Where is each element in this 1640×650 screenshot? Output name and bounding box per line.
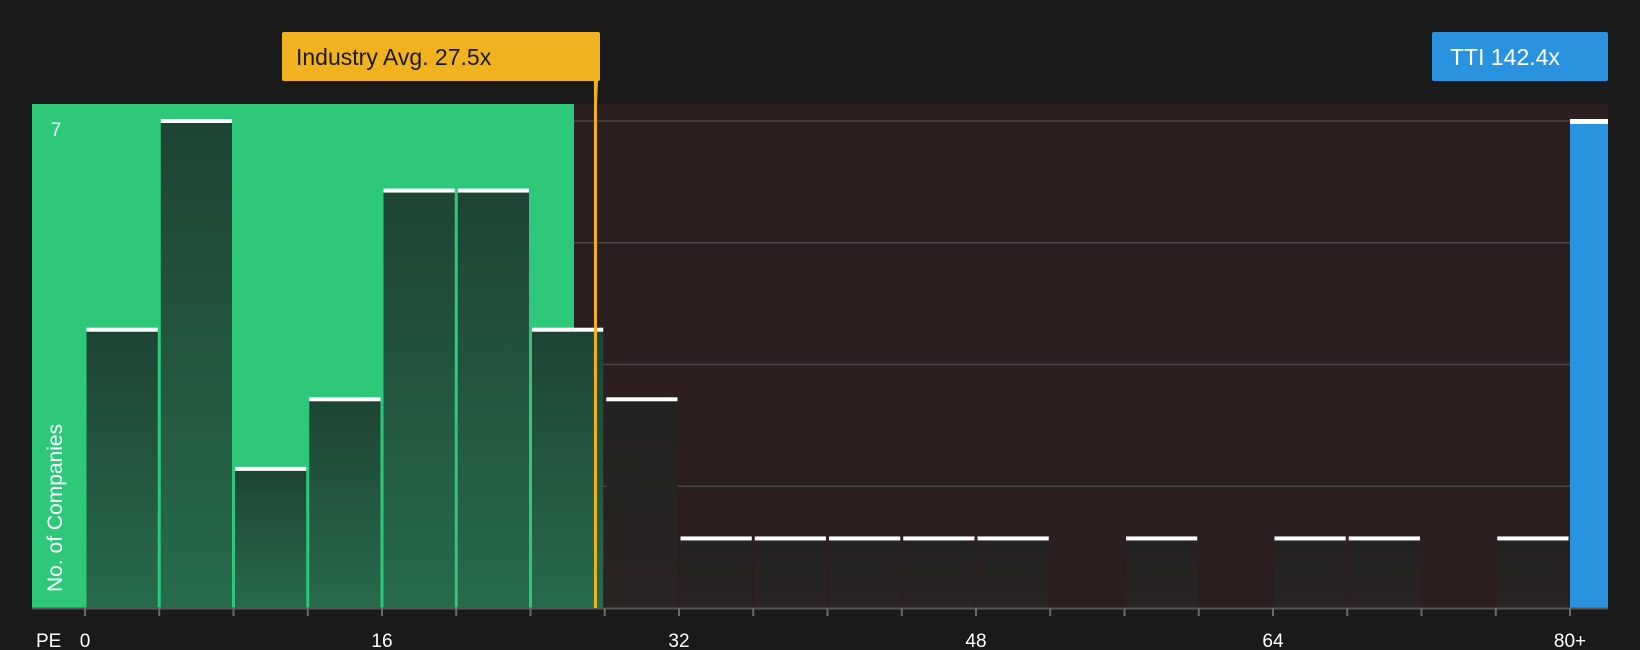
- histogram-bar-cap: [1348, 536, 1420, 541]
- x-tick-label: 48: [965, 631, 986, 650]
- histogram-bar-cap: [1497, 536, 1569, 541]
- histogram-bar: [903, 538, 975, 608]
- histogram-bar: [309, 399, 381, 608]
- histogram-bar-cap: [532, 327, 604, 332]
- histogram-bar-cap: [1126, 536, 1198, 541]
- pe-distribution-chart: 0 16 32 48 64 80+ PE 7 No. of Companies Industry…: [0, 0, 1640, 650]
- histogram-bar-cap: [160, 119, 232, 123]
- histogram-bar: [977, 538, 1049, 608]
- histogram-bar: [383, 190, 455, 609]
- histogram-bar: [1497, 538, 1569, 608]
- company-label: TTI 142.4x: [1450, 44, 1560, 70]
- histogram-bar-cap: [309, 397, 381, 402]
- histogram-bar-cap: [457, 188, 529, 193]
- y-axis-title: No. of Companies: [44, 424, 67, 592]
- histogram-bar-cap: [829, 536, 901, 541]
- y-tick-label: 7: [51, 120, 62, 141]
- histogram-bar: [1126, 538, 1198, 608]
- x-tick-label: 32: [668, 631, 689, 650]
- histogram-bar: [235, 468, 307, 608]
- x-tick-label: 64: [1262, 631, 1284, 650]
- histogram-bar: [160, 121, 232, 608]
- histogram-bar: [829, 538, 901, 608]
- histogram-bar: [754, 538, 826, 608]
- histogram-bar: [1348, 538, 1420, 608]
- x-tick-label: 16: [371, 631, 392, 650]
- x-tick-label: 0: [80, 631, 91, 650]
- histogram-bar: [680, 538, 752, 608]
- histogram-bar: [457, 190, 529, 609]
- histogram-bar-cap: [86, 327, 158, 332]
- company-bar: [1570, 121, 1608, 608]
- x-tick-label: 80+: [1554, 631, 1586, 650]
- above-average-region: [574, 104, 1608, 608]
- histogram-bar-cap: [680, 536, 752, 541]
- histogram-bar-cap: [235, 466, 307, 471]
- histogram-bar-cap: [383, 188, 455, 193]
- histogram-bar-cap: [977, 536, 1049, 541]
- histogram-bar-cap: [903, 536, 975, 541]
- histogram-bar: [532, 329, 604, 608]
- histogram-bar: [606, 399, 678, 608]
- x-axis-title: PE: [36, 631, 61, 650]
- histogram-bar: [86, 329, 158, 608]
- histogram-bar-cap: [606, 397, 678, 402]
- company-bar-cap: [1570, 119, 1608, 124]
- industry-average-label: Industry Avg. 27.5x: [296, 44, 492, 70]
- histogram-bar-cap: [1274, 536, 1346, 541]
- histogram-bar-cap: [754, 536, 826, 541]
- histogram-bar: [1274, 538, 1346, 608]
